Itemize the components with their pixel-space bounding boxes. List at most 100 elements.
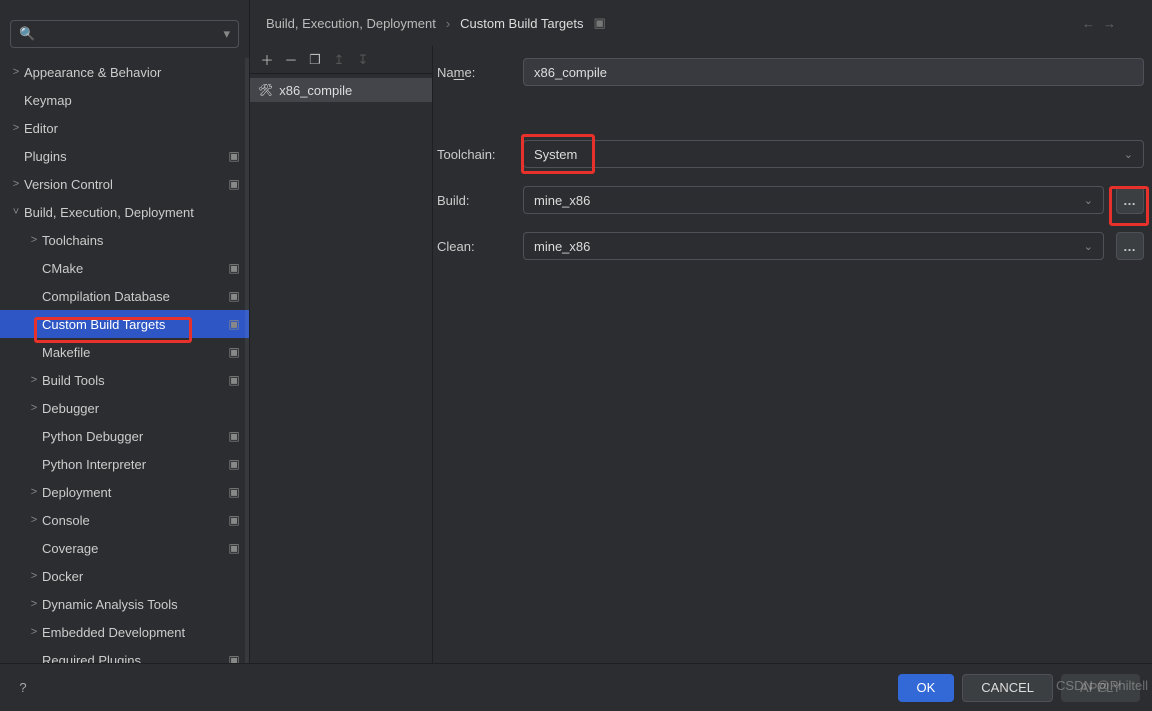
nav-forward-icon[interactable]: →: [1103, 16, 1116, 31]
tree-label: Debugger: [42, 401, 223, 416]
tree-label: Deployment: [42, 485, 223, 500]
project-scope-icon: ▣: [227, 317, 241, 331]
tree-label: Compilation Database: [42, 289, 223, 304]
project-scope-icon: ▣: [593, 15, 605, 31]
sidebar-item-python-interpreter[interactable]: Python Interpreter ▣: [0, 450, 249, 478]
sidebar-item-python-debugger[interactable]: Python Debugger ▣: [0, 422, 249, 450]
search-input[interactable]: [41, 27, 223, 42]
clean-browse-button[interactable]: …: [1116, 232, 1144, 260]
sidebar-item-debugger[interactable]: >Debugger: [0, 394, 249, 422]
cancel-button[interactable]: CANCEL: [962, 674, 1053, 702]
settings-tree: >Appearance & BehaviorKeymap>EditorPlugi…: [0, 58, 249, 663]
tree-label: Build, Execution, Deployment: [24, 205, 223, 220]
name-input[interactable]: [523, 58, 1144, 86]
apply-button: APPLY: [1061, 674, 1140, 702]
build-browse-button[interactable]: …: [1116, 186, 1144, 214]
sidebar-item-console[interactable]: >Console ▣: [0, 506, 249, 534]
targets-toolbar: ＋ － ❐ ↥ ↧: [250, 46, 432, 74]
scrollbar[interactable]: [245, 58, 249, 663]
project-scope-icon: ▣: [227, 653, 241, 663]
sidebar-item-keymap[interactable]: Keymap: [0, 86, 249, 114]
clean-label: Clean:: [437, 239, 511, 254]
chevron-icon: >: [26, 515, 42, 526]
breadcrumb-part2: Custom Build Targets: [460, 16, 583, 31]
content-area: Build, Execution, Deployment › Custom Bu…: [250, 0, 1152, 663]
tree-label: Appearance & Behavior: [24, 65, 223, 80]
sidebar-item-compilation-database[interactable]: Compilation Database▣: [0, 282, 249, 310]
chevron-down-icon: ⌄: [1084, 240, 1093, 253]
sidebar-item-custom-build-targets[interactable]: Custom Build Targets ▣: [0, 310, 249, 338]
project-scope-icon: ▣: [227, 429, 241, 443]
ok-button[interactable]: OK: [898, 674, 955, 702]
nav-back-icon[interactable]: ←: [1082, 16, 1095, 31]
sidebar-item-docker[interactable]: >Docker: [0, 562, 249, 590]
sidebar-item-makefile[interactable]: Makefile▣: [0, 338, 249, 366]
help-icon[interactable]: ?: [12, 677, 34, 699]
chevron-icon: >: [8, 67, 24, 78]
tree-label: Custom Build Targets: [42, 317, 223, 332]
tree-label: Python Interpreter: [42, 457, 223, 472]
chevron-down-icon: ⌄: [1124, 148, 1133, 161]
copy-target-icon[interactable]: ❐: [306, 51, 324, 69]
chevron-icon: >: [26, 571, 42, 582]
sidebar-item-dynamic-analysis-tools[interactable]: >Dynamic Analysis Tools: [0, 590, 249, 618]
tree-label: Version Control: [24, 177, 223, 192]
sidebar-item-cmake[interactable]: CMake ▣: [0, 254, 249, 282]
tree-label: Console: [42, 513, 223, 528]
chevron-icon: >: [26, 599, 42, 610]
tree-label: Keymap: [24, 93, 223, 108]
chevron-icon: >: [8, 123, 24, 134]
target-item[interactable]: 🛠 x86_compile: [250, 78, 432, 102]
sidebar-item-build-tools[interactable]: >Build Tools ▣: [0, 366, 249, 394]
chevron-icon: >: [26, 487, 42, 498]
project-scope-icon: ▣: [227, 513, 241, 527]
project-scope-icon: ▣: [227, 261, 241, 275]
project-scope-icon: ▣: [227, 457, 241, 471]
build-target-icon: 🛠: [258, 83, 273, 97]
sidebar-item-embedded-development[interactable]: >Embedded Development: [0, 618, 249, 646]
tree-label: Dynamic Analysis Tools: [42, 597, 223, 612]
search-caret-icon: ▾: [223, 26, 230, 42]
move-down-icon: ↧: [354, 51, 372, 69]
add-target-icon[interactable]: ＋: [258, 51, 276, 69]
tree-label: Makefile: [42, 345, 223, 360]
tree-label: Editor: [24, 121, 223, 136]
project-scope-icon: ▣: [227, 485, 241, 499]
chevron-icon: >: [26, 235, 42, 246]
remove-target-icon[interactable]: －: [282, 51, 300, 69]
tree-label: Build Tools: [42, 373, 223, 388]
toolchain-label: Toolchain:: [437, 147, 511, 162]
settings-search[interactable]: 🔍 ▾: [10, 20, 239, 48]
target-label: x86_compile: [279, 83, 352, 98]
breadcrumb-separator-icon: ›: [446, 16, 450, 31]
toolchain-select[interactable]: System ⌄: [523, 140, 1144, 168]
settings-sidebar: 🔍 ▾ >Appearance & BehaviorKeymap>EditorP…: [0, 0, 250, 663]
tree-label: Plugins: [24, 149, 223, 164]
sidebar-item-coverage[interactable]: Coverage ▣: [0, 534, 249, 562]
target-form: Name: Toolchain: System ⌄: [433, 46, 1152, 663]
name-label: Name:: [437, 65, 511, 80]
sidebar-item-appearance-behavior[interactable]: >Appearance & Behavior: [0, 58, 249, 86]
nav-arrows: ← →: [1082, 16, 1116, 31]
sidebar-item-deployment[interactable]: >Deployment ▣: [0, 478, 249, 506]
project-scope-icon: ▣: [227, 541, 241, 555]
build-select[interactable]: mine_x86 ⌄: [523, 186, 1104, 214]
sidebar-item-plugins[interactable]: Plugins▣: [0, 142, 249, 170]
tree-label: Coverage: [42, 541, 223, 556]
sidebar-item-toolchains[interactable]: >Toolchains: [0, 226, 249, 254]
tree-label: Embedded Development: [42, 625, 223, 640]
clean-select[interactable]: mine_x86 ⌄: [523, 232, 1104, 260]
build-label: Build:: [437, 193, 511, 208]
sidebar-item-required-plugins[interactable]: Required Plugins▣: [0, 646, 249, 663]
sidebar-item-version-control[interactable]: >Version Control▣: [0, 170, 249, 198]
chevron-icon: >: [8, 179, 24, 190]
chevron-icon: >: [26, 375, 42, 386]
project-scope-icon: ▣: [227, 373, 241, 387]
tree-label: CMake: [42, 261, 223, 276]
tree-label: Python Debugger: [42, 429, 223, 444]
tree-label: Docker: [42, 569, 223, 584]
sidebar-item-build-execution-deployment[interactable]: ˅Build, Execution, Deployment: [0, 198, 249, 226]
dialog-buttons: ? OK CANCEL APPLY: [0, 663, 1152, 711]
sidebar-item-editor[interactable]: >Editor: [0, 114, 249, 142]
search-icon: 🔍: [19, 26, 35, 42]
